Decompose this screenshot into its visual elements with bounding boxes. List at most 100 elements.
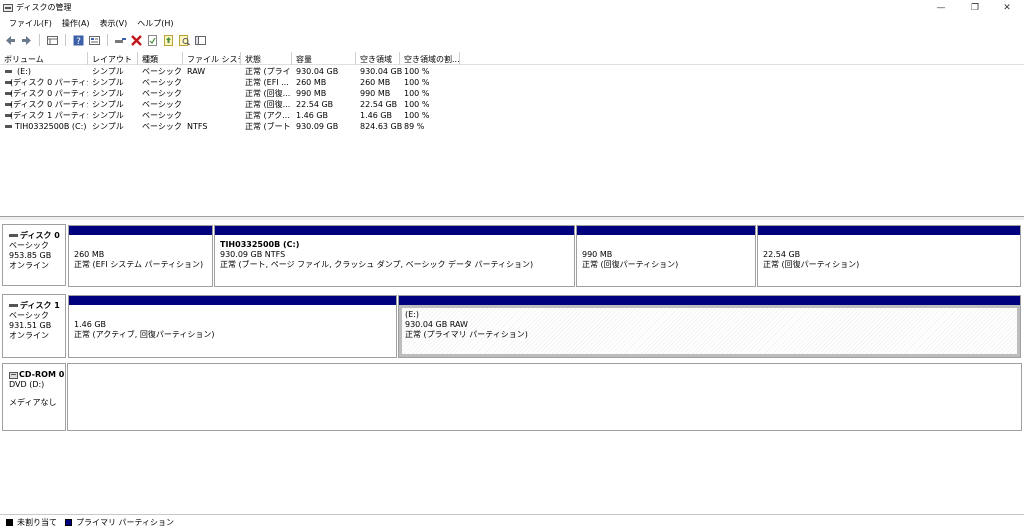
svg-text:?: ? (76, 37, 81, 47)
back-icon[interactable] (4, 34, 17, 47)
connect-icon[interactable] (114, 34, 127, 47)
cell-volume: (ディスク 0 パーティショ... (10, 100, 88, 109)
help-icon[interactable]: ? (72, 34, 85, 47)
delete-icon[interactable] (130, 34, 143, 47)
disk-icon (9, 304, 18, 307)
partition-title (74, 240, 207, 250)
minimize-button[interactable]: — (924, 0, 958, 16)
partition-efi[interactable]: 260 MB 正常 (EFI システム パーティション) (68, 225, 213, 287)
volume-row[interactable]: (E:) シンプル ベーシック RAW 正常 (プライ... 930.04 GB… (0, 66, 1024, 77)
volume-row[interactable]: (ディスク 0 パーティショ... シンプル ベーシック 正常 (回復... 9… (0, 88, 1024, 99)
cell-free-percent: 100 % (404, 67, 430, 76)
partition-size: 1.46 GB (74, 320, 107, 329)
cell-free-space: 260 MB (360, 78, 391, 87)
console-icon[interactable] (194, 34, 207, 47)
cdrom-drive: DVD (D:) (9, 380, 45, 389)
partition-bar (758, 226, 1020, 235)
menu-bar: ファイル(F) 操作(A) 表示(V) ヘルプ(H) (0, 17, 1024, 30)
disk-name: ディスク 1 (20, 301, 60, 310)
volume-list: ボリューム レイアウト 種類 ファイル システム 状態 容量 空き領域 空き領域… (0, 52, 1024, 214)
partition-recovery-1[interactable]: 990 MB 正常 (回復パーティション) (576, 225, 756, 287)
cell-layout: シンプル (92, 100, 124, 109)
cell-layout: シンプル (92, 67, 124, 76)
disk-status: オンライン (9, 261, 49, 270)
cdrom-0-label[interactable]: CD-ROM 0 DVD (D:) メディアなし (2, 363, 66, 431)
partition-active-recovery[interactable]: 1.46 GB 正常 (アクティブ, 回復パーティション) (68, 295, 397, 358)
window-title: ディスクの管理 (16, 3, 72, 12)
disk-size: 931.51 GB (9, 321, 52, 330)
disk-name: ディスク 0 (20, 231, 60, 240)
volume-row[interactable]: (ディスク 1 パーティショ... シンプル ベーシック 正常 (アク... 1… (0, 110, 1024, 121)
partition-size: 990 MB (582, 250, 613, 259)
partition-description: 正常 (回復パーティション) (582, 260, 679, 269)
primary-partition-swatch (65, 519, 72, 526)
cdrom-media-area[interactable] (67, 363, 1022, 431)
cell-free-percent: 89 % (404, 122, 425, 131)
disk-1-label[interactable]: ディスク 1 ベーシック 931.51 GB オンライン (2, 294, 66, 358)
menu-file[interactable]: ファイル(F) (4, 17, 57, 30)
column-header-status[interactable]: 状態 (241, 52, 292, 65)
volume-icon (5, 125, 12, 128)
toolbar: ? (0, 32, 1024, 48)
column-header-volume[interactable]: ボリューム (0, 52, 88, 65)
forward-icon[interactable] (20, 34, 33, 47)
toolbar-separator (65, 34, 66, 46)
cell-volume: (ディスク 1 パーティショ... (10, 111, 88, 120)
partition-title (74, 310, 391, 320)
menu-view[interactable]: 表示(V) (95, 17, 133, 30)
disk-type: ベーシック (9, 241, 49, 250)
cdrom-icon (9, 371, 18, 379)
menu-help[interactable]: ヘルプ(H) (132, 17, 178, 30)
cell-type: ベーシック (142, 122, 182, 131)
partition-bar (577, 226, 755, 235)
column-header-capacity[interactable]: 容量 (292, 52, 356, 65)
disk-status: オンライン (9, 331, 49, 340)
properties-icon[interactable] (88, 34, 101, 47)
title-bar: ディスクの管理 — ❐ ✕ (0, 0, 1024, 16)
column-header-filesystem[interactable]: ファイル システム (183, 52, 241, 65)
close-button[interactable]: ✕ (990, 0, 1024, 16)
cell-type: ベーシック (142, 111, 182, 120)
cell-type: ベーシック (142, 67, 182, 76)
column-header-free-space[interactable]: 空き領域 (356, 52, 400, 65)
partition-recovery-2[interactable]: 22.54 GB 正常 (回復パーティション) (757, 225, 1021, 287)
restore-button[interactable]: ❐ (958, 0, 992, 16)
cell-free-space: 1.46 GB (360, 111, 393, 120)
column-header-layout[interactable]: レイアウト (88, 52, 138, 65)
cell-status: 正常 (プライ... (245, 67, 291, 76)
cell-filesystem: RAW (187, 67, 206, 76)
cell-capacity: 1.46 GB (296, 111, 329, 120)
refresh-icon[interactable] (162, 34, 175, 47)
cell-free-space: 930.04 GB (360, 67, 403, 76)
cell-type: ベーシック (142, 100, 182, 109)
search-icon[interactable] (178, 34, 191, 47)
partition-c[interactable]: TIH0332500B (C:) 930.09 GB NTFS 正常 (ブート,… (214, 225, 575, 287)
disk-type: ベーシック (9, 311, 49, 320)
toolbar-separator (107, 34, 108, 46)
volume-row[interactable]: TIH0332500B (C:) シンプル ベーシック NTFS 正常 (ブート… (0, 121, 1024, 132)
cell-free-percent: 100 % (404, 78, 430, 87)
legend-bar: 未割り当て プライマリ パーティション (0, 514, 1024, 530)
check-icon[interactable] (146, 34, 159, 47)
volume-row[interactable]: (ディスク 0 パーティショ... シンプル ベーシック 正常 (回復... 2… (0, 99, 1024, 110)
partition-size: 930.09 GB NTFS (220, 250, 286, 259)
cell-status: 正常 (回復... (245, 89, 291, 98)
disk-0-label[interactable]: ディスク 0 ベーシック 953.85 GB オンライン (2, 224, 66, 286)
menu-action[interactable]: 操作(A) (57, 17, 95, 30)
list-view-icon[interactable] (46, 34, 59, 47)
cell-layout: シンプル (92, 122, 124, 131)
legend-primary: プライマリ パーティション (76, 518, 175, 527)
volume-list-header: ボリューム レイアウト 種類 ファイル システム 状態 容量 空き領域 空き領域… (0, 52, 1024, 65)
cdrom-status: メディアなし (9, 398, 57, 407)
cell-capacity: 260 MB (296, 78, 327, 87)
column-header-type[interactable]: 種類 (138, 52, 183, 65)
volume-row[interactable]: (ディスク 0 パーティショ... シンプル ベーシック 正常 (EFI ...… (0, 77, 1024, 88)
cell-status: 正常 (アク... (245, 111, 290, 120)
disk-icon (9, 234, 18, 237)
column-header-free-percent[interactable]: 空き領域の割... (400, 52, 460, 65)
cell-volume: TIH0332500B (C:) (15, 122, 87, 131)
cell-free-space: 990 MB (360, 89, 391, 98)
partition-bar (399, 296, 1020, 305)
partition-e[interactable]: (E:) 930.04 GB RAW 正常 (プライマリ パーティション) (398, 295, 1021, 358)
cell-layout: シンプル (92, 89, 124, 98)
